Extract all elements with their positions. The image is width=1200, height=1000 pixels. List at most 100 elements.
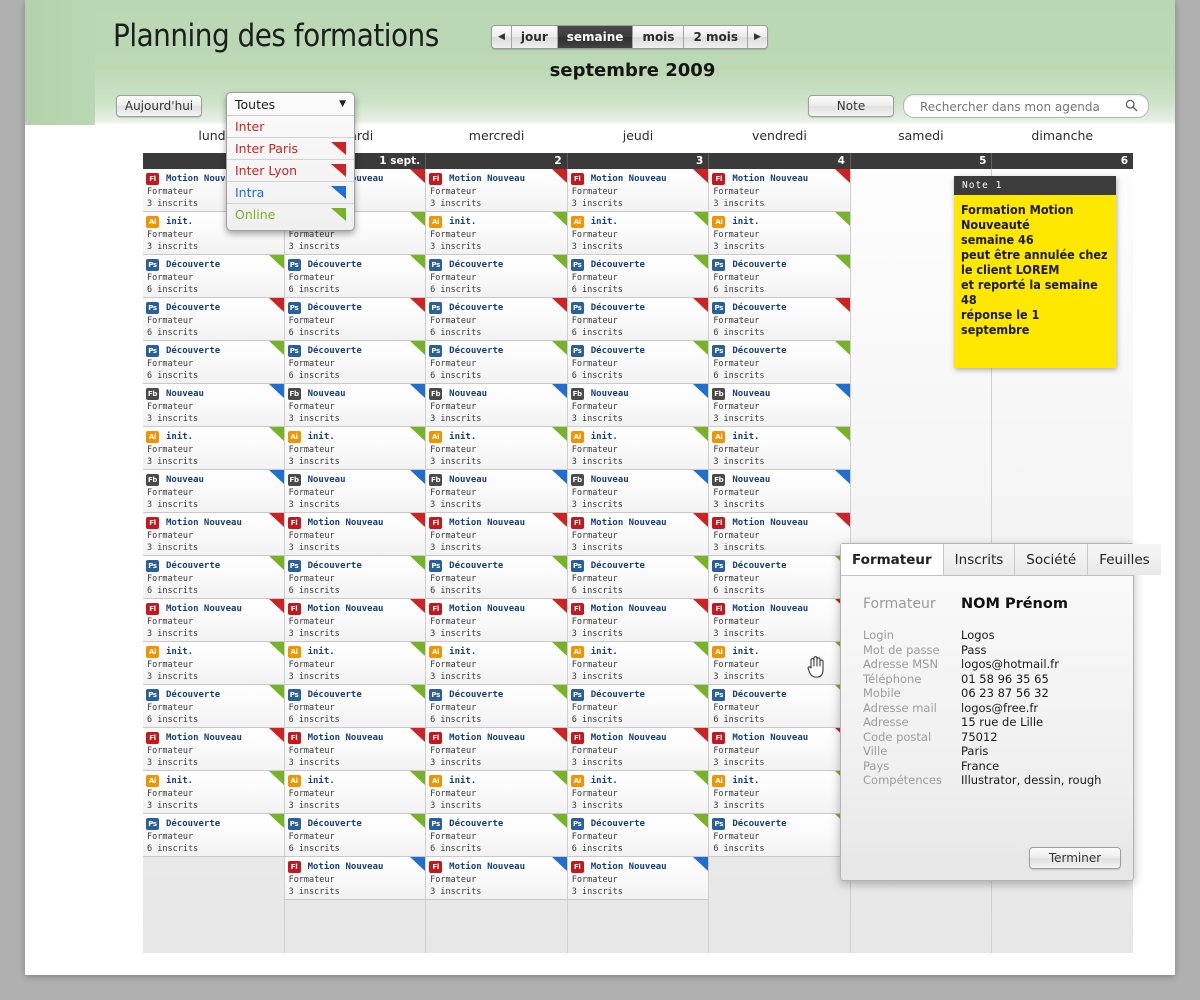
- calendar-event[interactable]: Ps Découverte Formateur 6 inscrits: [426, 814, 567, 857]
- calendar-event[interactable]: Fl Motion Nouveau Formateur 3 inscrits: [567, 599, 709, 642]
- calendar-event[interactable]: Ps Découverte Formateur 6 inscrits: [143, 298, 284, 341]
- calendar-event[interactable]: Ai init. Formateur 3 inscrits: [709, 212, 850, 255]
- calendar-event[interactable]: Fl Motion Nouveau Formateur 3 inscrits: [567, 857, 709, 900]
- calendar-event[interactable]: Ps Découverte Formateur 6 inscrits: [567, 814, 709, 857]
- detail-field-value[interactable]: 15 rue de Lille: [961, 715, 1043, 730]
- calendar-event[interactable]: Fb Nouveau Formateur 3 inscrits: [567, 384, 709, 427]
- calendar-event[interactable]: Ai init. Formateur 3 inscrits: [426, 771, 567, 814]
- calendar-event[interactable]: Ps Découverte Formateur 6 inscrits: [709, 298, 850, 341]
- view-option-jour[interactable]: jour: [511, 26, 558, 48]
- calendar-event[interactable]: Ai init. Formateur 3 inscrits: [143, 642, 284, 685]
- calendar-event[interactable]: Ps Découverte Formateur 6 inscrits: [284, 556, 426, 599]
- calendar-event[interactable]: Ai init. Formateur 3 inscrits: [284, 427, 426, 470]
- calendar-event[interactable]: Fl Motion Nouveau Formateur 3 inscrits: [709, 599, 850, 642]
- date-cell-5[interactable]: 5: [851, 153, 993, 169]
- calendar-event[interactable]: Fl Motion Nouveau Formateur 3 inscrits: [143, 513, 284, 556]
- filter-option-0[interactable]: Inter: [227, 116, 354, 138]
- calendar-event[interactable]: Ai init. Formateur 3 inscrits: [567, 771, 709, 814]
- date-cell-2[interactable]: 2: [426, 153, 568, 169]
- calendar-event[interactable]: Ai init. Formateur 3 inscrits: [143, 771, 284, 814]
- calendar-event[interactable]: Ps Découverte Formateur 6 inscrits: [709, 341, 850, 384]
- next-period-button[interactable]: ▶: [747, 26, 767, 48]
- calendar-event[interactable]: Fl Motion Nouveau Formateur 3 inscrits: [143, 728, 284, 771]
- detail-tab-feuilles[interactable]: Feuilles: [1088, 544, 1161, 575]
- filter-option-3[interactable]: Intra: [227, 182, 354, 204]
- calendar-event[interactable]: Ai init. Formateur 3 inscrits: [284, 642, 426, 685]
- calendar-event[interactable]: Fl Motion Nouveau Formateur 3 inscrits: [567, 513, 709, 556]
- search-input[interactable]: [918, 97, 1117, 116]
- detail-field-value[interactable]: Pass: [961, 643, 986, 658]
- calendar-event[interactable]: Fl Motion Nouveau Formateur 3 inscrits: [567, 169, 709, 212]
- date-cell-3[interactable]: 3: [568, 153, 710, 169]
- calendar-event[interactable]: Fb Nouveau Formateur 3 inscrits: [284, 384, 426, 427]
- calendar-event[interactable]: Ai init. Formateur 3 inscrits: [426, 427, 567, 470]
- detail-field-value[interactable]: logos@hotmail.fr: [961, 657, 1059, 672]
- calendar-event[interactable]: Ai init. Formateur 3 inscrits: [284, 771, 426, 814]
- calendar-event[interactable]: Ai init. Formateur 3 inscrits: [709, 427, 850, 470]
- filter-option-4[interactable]: Online: [227, 204, 354, 225]
- calendar-event[interactable]: Ps Découverte Formateur 6 inscrits: [709, 685, 850, 728]
- calendar-event[interactable]: Ai init. Formateur 3 inscrits: [709, 642, 850, 685]
- date-cell-4[interactable]: 4: [709, 153, 851, 169]
- sticky-note-body[interactable]: Formation Motion Nouveauté semaine 46 pe…: [954, 195, 1116, 368]
- detail-field-value[interactable]: Illustrator, dessin, rough: [961, 773, 1101, 788]
- detail-tab-société[interactable]: Société: [1015, 544, 1089, 575]
- calendar-event[interactable]: Ps Découverte Formateur 6 inscrits: [426, 255, 567, 298]
- calendar-event[interactable]: Fb Nouveau Formateur 3 inscrits: [143, 384, 284, 427]
- calendar-event[interactable]: Ps Découverte Formateur 6 inscrits: [567, 341, 709, 384]
- calendar-event[interactable]: Fb Nouveau Formateur 3 inscrits: [709, 470, 850, 513]
- calendar-event[interactable]: Ai init. Formateur 3 inscrits: [567, 642, 709, 685]
- calendar-event[interactable]: Ps Découverte Formateur 6 inscrits: [567, 685, 709, 728]
- calendar-event[interactable]: Fl Motion Nouveau Formateur 3 inscrits: [284, 857, 426, 900]
- calendar-event[interactable]: Fl Motion Nouveau Formateur 3 inscrits: [426, 857, 567, 900]
- calendar-event[interactable]: Ps Découverte Formateur 6 inscrits: [143, 685, 284, 728]
- calendar-event[interactable]: Ai init. Formateur 3 inscrits: [426, 212, 567, 255]
- calendar-event[interactable]: Fl Motion Nouveau Formateur 3 inscrits: [284, 599, 426, 642]
- calendar-event[interactable]: Fb Nouveau Formateur 3 inscrits: [709, 384, 850, 427]
- view-option-semaine[interactable]: semaine: [557, 26, 634, 48]
- calendar-event[interactable]: Ps Découverte Formateur 6 inscrits: [426, 556, 567, 599]
- calendar-event[interactable]: Ps Découverte Formateur 6 inscrits: [709, 255, 850, 298]
- filter-dropdown[interactable]: Toutes ▼ Inter Inter Paris Inter Lyon Intra…: [226, 92, 355, 231]
- detail-field-value[interactable]: Logos: [961, 628, 995, 643]
- detail-field-value[interactable]: logos@free.fr: [961, 701, 1038, 716]
- calendar-event[interactable]: Fb Nouveau Formateur 3 inscrits: [426, 384, 567, 427]
- calendar-event[interactable]: Ps Découverte Formateur 6 inscrits: [143, 341, 284, 384]
- calendar-event[interactable]: Ps Découverte Formateur 6 inscrits: [426, 341, 567, 384]
- detail-field-value[interactable]: Paris: [961, 744, 988, 759]
- calendar-event[interactable]: Ai init. Formateur 3 inscrits: [567, 212, 709, 255]
- calendar-event[interactable]: Fl Motion Nouveau Formateur 3 inscrits: [284, 513, 426, 556]
- detail-field-value[interactable]: 06 23 87 56 32: [961, 686, 1049, 701]
- calendar-event[interactable]: Fl Motion Nouveau Formateur 3 inscrits: [709, 513, 850, 556]
- calendar-event[interactable]: Ai init. Formateur 3 inscrits: [567, 427, 709, 470]
- search-box[interactable]: [903, 94, 1149, 118]
- calendar-event[interactable]: Fl Motion Nouveau Formateur 3 inscrits: [143, 599, 284, 642]
- calendar-event[interactable]: Fb Nouveau Formateur 3 inscrits: [284, 470, 426, 513]
- view-option-mois[interactable]: mois: [633, 26, 685, 48]
- done-button[interactable]: Terminer: [1029, 847, 1121, 869]
- calendar-event[interactable]: Fl Motion Nouveau Formateur 3 inscrits: [709, 728, 850, 771]
- calendar-event[interactable]: Fl Motion Nouveau Formateur 3 inscrits: [426, 728, 567, 771]
- date-cell-6[interactable]: 6: [992, 153, 1133, 169]
- calendar-event[interactable]: Ps Découverte Formateur 6 inscrits: [284, 298, 426, 341]
- calendar-event[interactable]: Ps Découverte Formateur 6 inscrits: [143, 814, 284, 857]
- detail-field-value[interactable]: 01 58 96 35 65: [961, 672, 1049, 687]
- calendar-event[interactable]: Ps Découverte Formateur 6 inscrits: [709, 814, 850, 857]
- calendar-event[interactable]: Ps Découverte Formateur 6 inscrits: [284, 255, 426, 298]
- calendar-event[interactable]: Ps Découverte Formateur 6 inscrits: [567, 556, 709, 599]
- calendar-event[interactable]: Fb Nouveau Formateur 3 inscrits: [567, 470, 709, 513]
- filter-option-2[interactable]: Inter Lyon: [227, 160, 354, 182]
- detail-tab-inscrits[interactable]: Inscrits: [943, 544, 1016, 575]
- calendar-event[interactable]: Fl Motion Nouveau Formateur 3 inscrits: [426, 599, 567, 642]
- calendar-event[interactable]: Ai init. Formateur 3 inscrits: [709, 771, 850, 814]
- calendar-event[interactable]: Ps Découverte Formateur 6 inscrits: [567, 255, 709, 298]
- detail-field-value[interactable]: 75012: [961, 730, 998, 745]
- today-button[interactable]: Aujourd'hui: [116, 95, 202, 117]
- calendar-event[interactable]: Ps Découverte Formateur 6 inscrits: [567, 298, 709, 341]
- calendar-event[interactable]: Fl Motion Nouveau Formateur 3 inscrits: [284, 728, 426, 771]
- view-option-2mois[interactable]: 2 mois: [684, 26, 748, 48]
- calendar-event[interactable]: Fl Motion Nouveau Formateur 3 inscrits: [426, 513, 567, 556]
- detail-tab-formateur[interactable]: Formateur: [841, 544, 944, 575]
- note-button[interactable]: Note: [808, 95, 894, 117]
- calendar-event[interactable]: Ai init. Formateur 3 inscrits: [143, 427, 284, 470]
